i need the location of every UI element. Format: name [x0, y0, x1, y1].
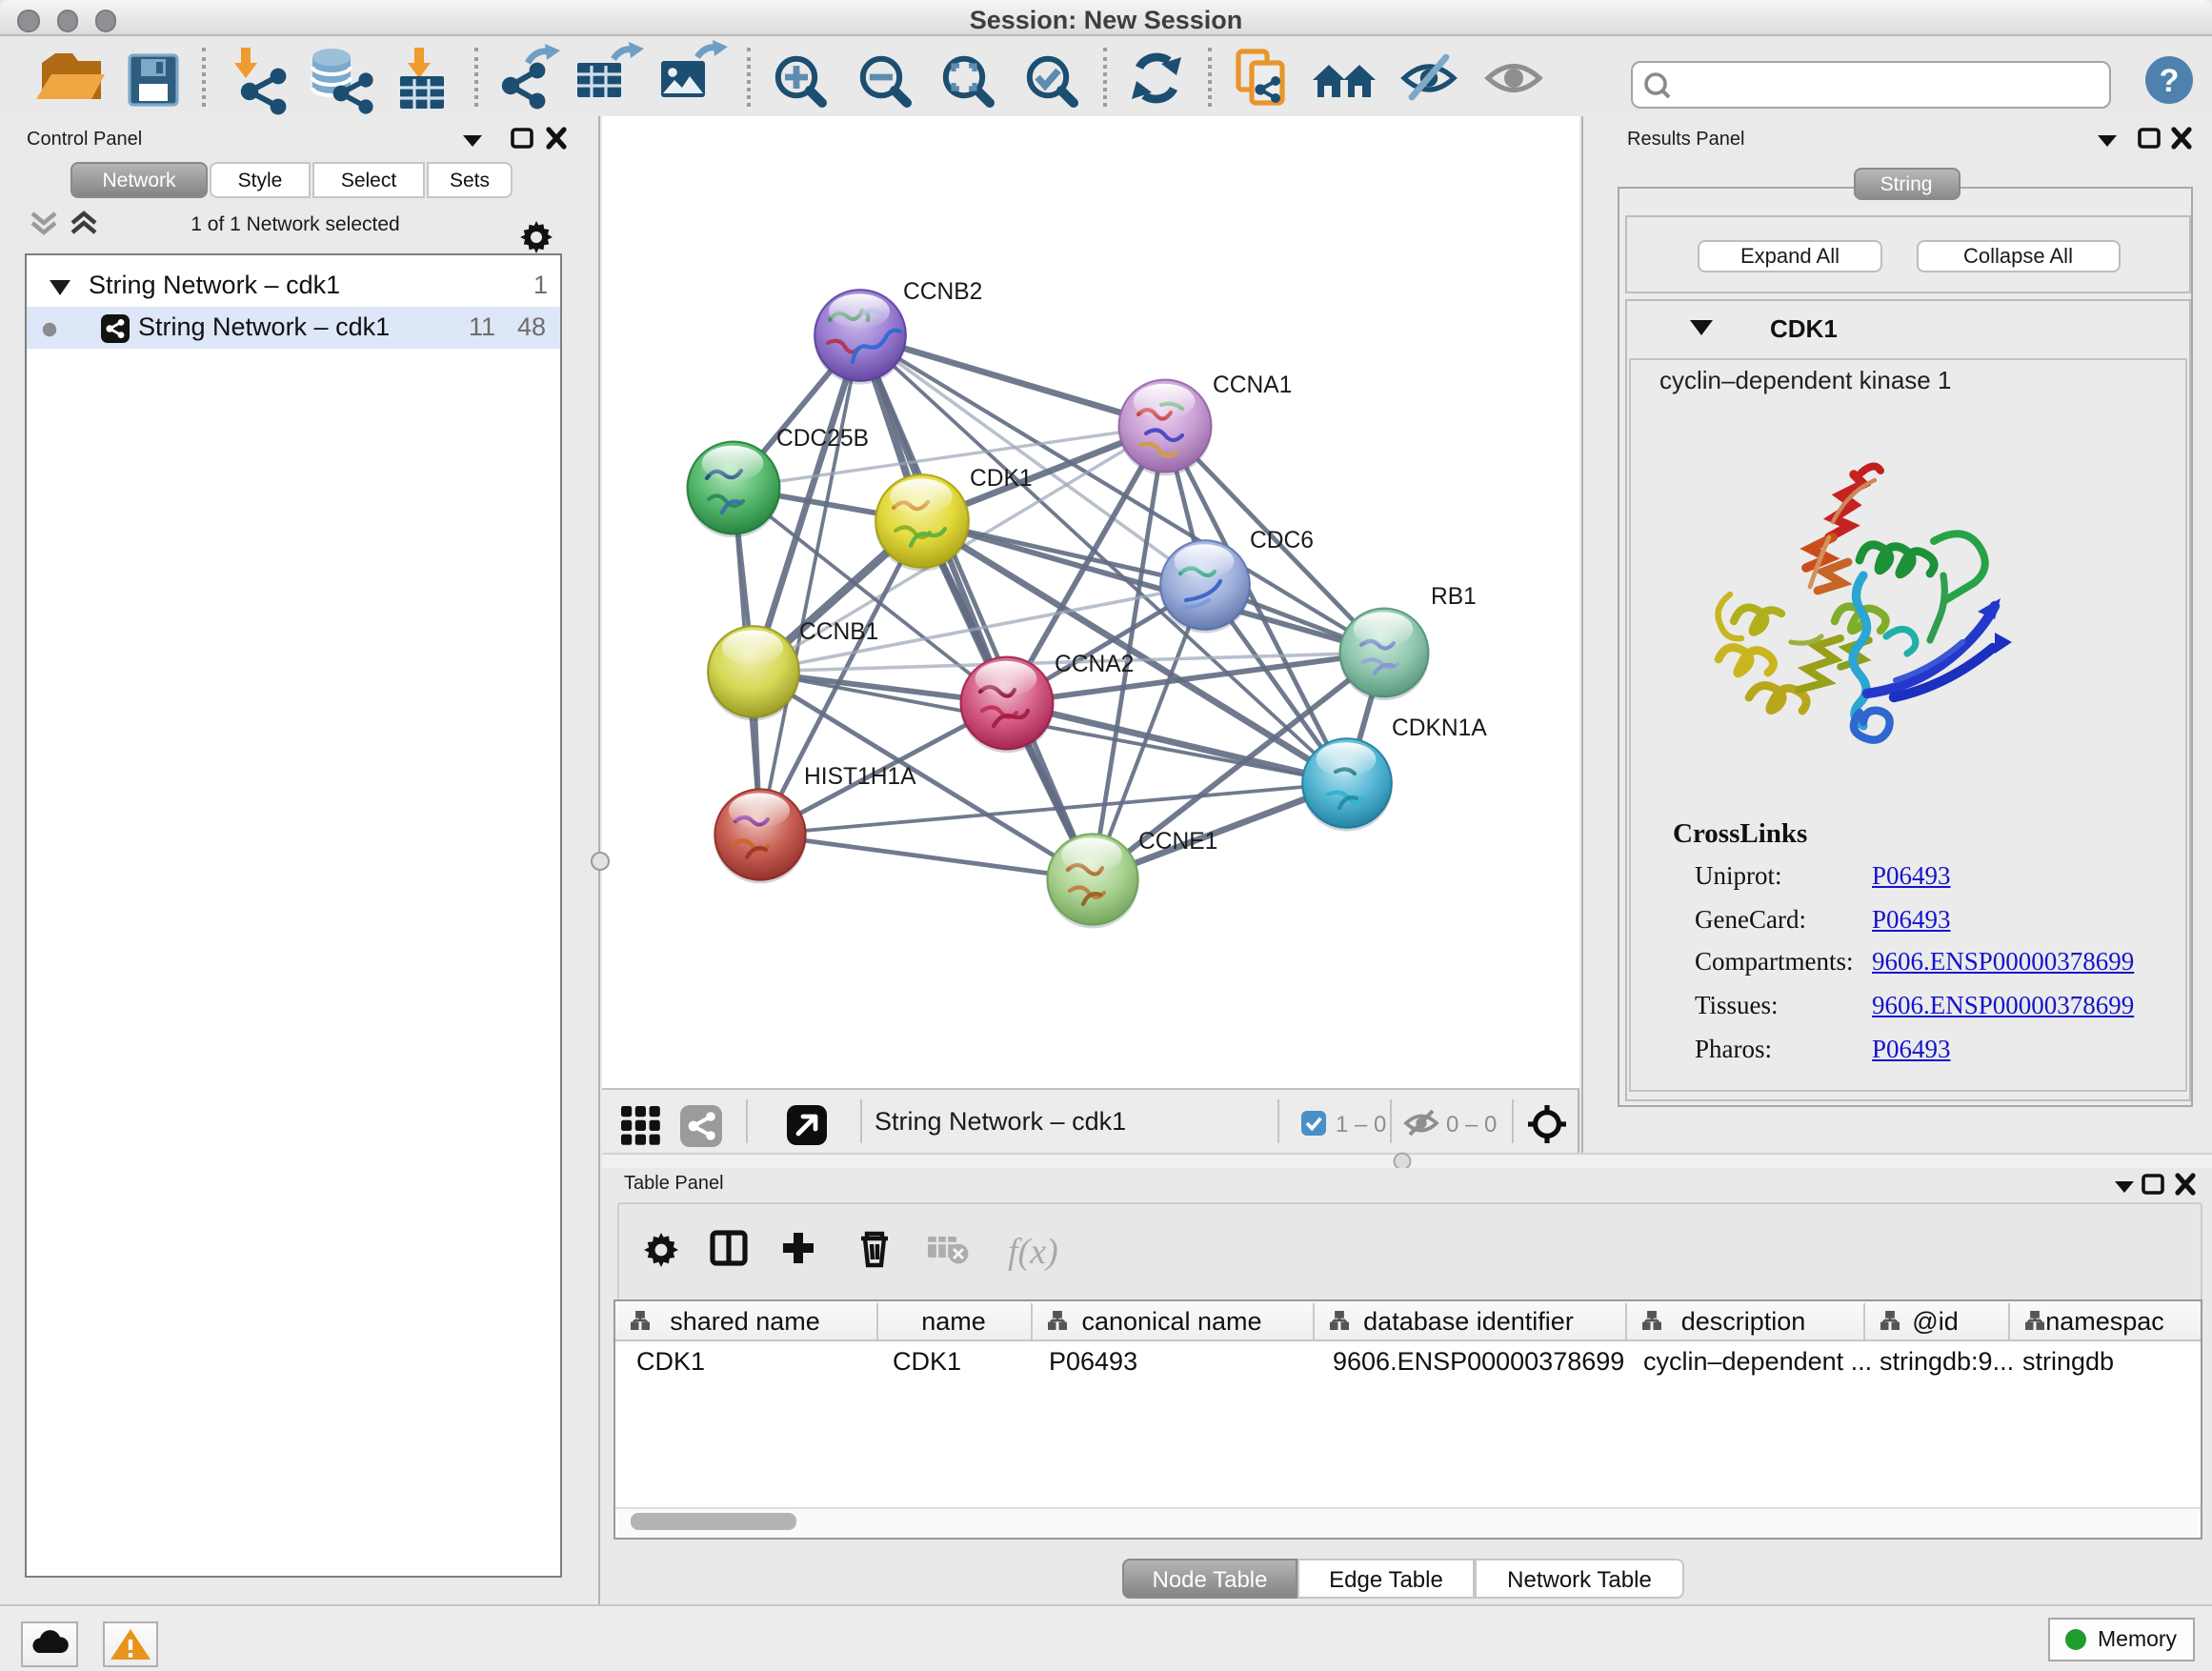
svg-text:?: ?	[2160, 63, 2180, 99]
svg-text:CDC25B: CDC25B	[776, 426, 869, 452]
svg-text:CCNB2: CCNB2	[903, 279, 982, 305]
svg-text:CCNE1: CCNE1	[1138, 829, 1217, 855]
svg-text:CDKN1A: CDKN1A	[1392, 715, 1487, 741]
svg-text:CCNA1: CCNA1	[1213, 372, 1292, 398]
svg-text:f(x): f(x)	[1008, 1232, 1058, 1272]
svg-text:HIST1H1A: HIST1H1A	[804, 764, 916, 790]
svg-text:RB1: RB1	[1431, 584, 1477, 610]
svg-text:CCNB1: CCNB1	[799, 619, 878, 645]
svg-text:CCNA2: CCNA2	[1055, 652, 1134, 677]
svg-text:0 – 0: 0 – 0	[1446, 1112, 1497, 1137]
svg-text:CDK1: CDK1	[970, 466, 1033, 492]
svg-text:1 – 0: 1 – 0	[1336, 1112, 1386, 1137]
svg-text:CDC6: CDC6	[1250, 528, 1314, 554]
